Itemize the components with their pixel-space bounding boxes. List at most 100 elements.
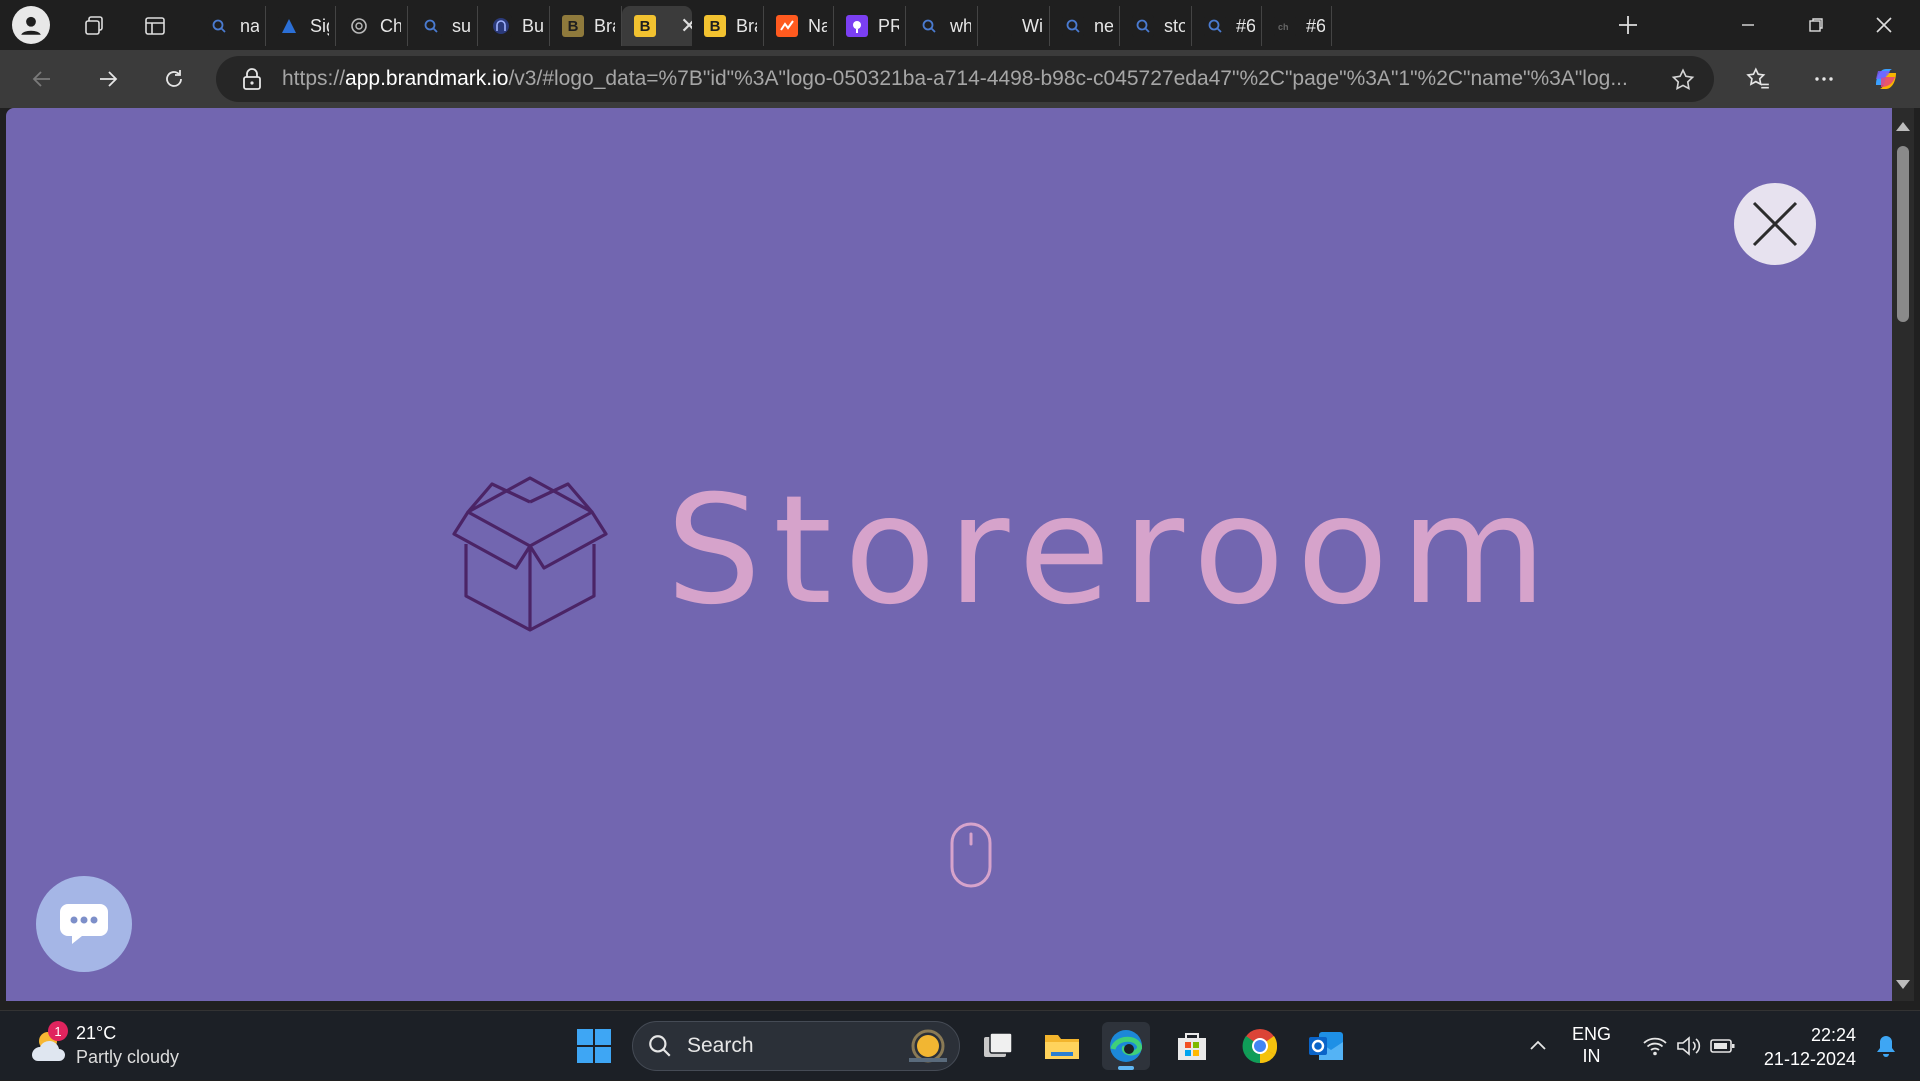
quick-settings-button[interactable]	[1636, 1011, 1742, 1081]
brandmark-icon: B	[562, 15, 584, 37]
bell-icon	[1877, 1036, 1895, 1057]
browser-tab[interactable]: Sign	[266, 6, 336, 46]
atlassian-icon	[278, 15, 300, 37]
windows-logo-icon	[577, 1029, 611, 1063]
store-button[interactable]	[1168, 1022, 1216, 1070]
chatgpt-icon	[348, 15, 370, 37]
tab-title: Nam	[808, 15, 827, 36]
search-icon	[649, 1035, 671, 1057]
url-path: /v3/#logo_data=%7B"id"%3A"logo-050321ba-…	[508, 67, 1628, 90]
notification-badge: 1	[48, 1021, 68, 1041]
favorites-button[interactable]	[1738, 59, 1778, 99]
close-window-button[interactable]	[1854, 0, 1914, 50]
vertical-tabs-button[interactable]	[135, 6, 175, 46]
microsoft-store-icon	[1178, 1033, 1206, 1060]
scroll-down-arrow[interactable]	[1896, 980, 1910, 989]
brandmark-logo-preview: Storeroom	[6, 108, 1892, 1001]
settings-more-button[interactable]	[1804, 59, 1844, 99]
browser-tab[interactable]: #6f6	[1192, 6, 1262, 46]
copilot-icon	[1876, 69, 1896, 89]
close-tab-icon[interactable]: ✕	[680, 13, 692, 39]
browser-tab[interactable]: next	[1050, 6, 1120, 46]
forward-button[interactable]	[88, 59, 128, 99]
weather-widget[interactable]: 1 21°C Partly cloudy	[26, 1021, 179, 1069]
search-highlight-icon	[909, 1029, 947, 1063]
browser-tab[interactable]: B Bran	[692, 6, 764, 46]
date-text: 21-12-2024	[1763, 1049, 1856, 1069]
browser-tab[interactable]: whit	[906, 6, 978, 46]
browser-tab[interactable]: Chat	[336, 6, 408, 46]
url-text[interactable]: https://app.brandmark.io/v3/#logo_data=%…	[282, 67, 1642, 91]
favorite-star-icon[interactable]	[1670, 67, 1696, 93]
browser-tab[interactable]: name	[196, 6, 266, 46]
tab-title: Busi	[522, 15, 543, 36]
new-tab-button[interactable]	[1608, 8, 1648, 42]
edge-taskbar-button[interactable]	[1102, 1022, 1150, 1070]
refresh-button[interactable]	[154, 59, 194, 99]
tab-title: PRO	[878, 15, 899, 36]
browser-tab[interactable]: B ✕	[622, 6, 692, 46]
taskbar-search[interactable]: Search	[632, 1021, 960, 1071]
weather-temperature: 21°C	[76, 1023, 117, 1043]
workspaces-button[interactable]	[74, 6, 114, 46]
box-logo-icon	[452, 476, 608, 632]
address-bar[interactable]: https://app.brandmark.io/v3/#logo_data=%…	[216, 56, 1714, 102]
browser-tab-strip: nameSignChat sugg Busi B Bran B✕ B Bran Nam PRO wh…	[0, 0, 1920, 50]
browser-tab[interactable]: Nam	[764, 6, 834, 46]
chrome-button[interactable]	[1236, 1022, 1284, 1070]
minimize-button[interactable]	[1718, 0, 1778, 50]
tab-title: whit	[950, 15, 971, 36]
browser-toolbar: https://app.brandmark.io/v3/#logo_data=%…	[0, 50, 1920, 108]
brand-wordmark: Storeroom	[666, 464, 1559, 638]
browser-tab[interactable]: Wite	[978, 6, 1050, 46]
arrow-right-icon	[100, 71, 118, 87]
clock-widget[interactable]: 22:24 21-12-2024	[1760, 1023, 1856, 1071]
tab-list: nameSignChat sugg Busi B Bran B✕ B Bran Nam PRO wh…	[196, 6, 1332, 46]
browser-tab[interactable]: B Bran	[550, 6, 622, 46]
start-button[interactable]	[570, 1022, 618, 1070]
close-preview-button[interactable]	[1734, 183, 1816, 265]
tab-title: store	[1164, 15, 1185, 36]
partly-cloudy-icon: 1	[26, 1021, 70, 1065]
language-indicator[interactable]: ENG IN	[1572, 1023, 1611, 1067]
brandmark-icon: B	[704, 15, 726, 37]
page-scrollbar[interactable]	[1892, 108, 1914, 1001]
outlook-icon	[1309, 1032, 1343, 1060]
search-icon	[1132, 15, 1154, 37]
browser-tab[interactable]: sugg	[408, 6, 478, 46]
copilot-button[interactable]	[1866, 59, 1906, 99]
file-explorer-button[interactable]	[1038, 1022, 1086, 1070]
search-icon	[420, 15, 442, 37]
browser-tab[interactable]: ch #6f6	[1262, 6, 1332, 46]
scroll-mouse-icon	[950, 822, 992, 888]
task-view-button[interactable]	[974, 1022, 1022, 1070]
plus-icon	[1619, 16, 1637, 34]
browser-tab[interactable]: store	[1120, 6, 1192, 46]
search-icon	[1204, 15, 1226, 37]
chat-button[interactable]	[36, 876, 132, 972]
scroll-up-arrow[interactable]	[1896, 122, 1910, 131]
show-hidden-icons-button[interactable]	[1518, 1011, 1558, 1081]
browser-tab[interactable]: PRO	[834, 6, 906, 46]
lock-icon[interactable]	[242, 67, 262, 91]
namelix-icon	[776, 15, 798, 37]
tab-title: Wite	[1022, 15, 1043, 36]
outlook-button[interactable]	[1302, 1022, 1350, 1070]
tab-title: #6f6	[1306, 15, 1325, 36]
browser-tab[interactable]: Busi	[478, 6, 550, 46]
chrome-icon	[1242, 1029, 1278, 1064]
scroll-thumb[interactable]	[1897, 146, 1909, 322]
blank-icon	[990, 15, 1012, 37]
close-icon	[1752, 201, 1798, 247]
notifications-button[interactable]	[1866, 1011, 1906, 1081]
volume-icon	[1677, 1036, 1701, 1056]
search-icon	[208, 15, 230, 37]
chevron-up-icon	[1530, 1040, 1546, 1050]
tab-title: sugg	[452, 15, 471, 36]
region-code: IN	[1582, 1046, 1601, 1066]
tab-title: Bran	[594, 15, 615, 36]
tab-title: Bran	[736, 15, 757, 36]
restore-button[interactable]	[1786, 0, 1846, 50]
profile-avatar[interactable]	[12, 6, 50, 44]
back-button[interactable]	[22, 59, 62, 99]
